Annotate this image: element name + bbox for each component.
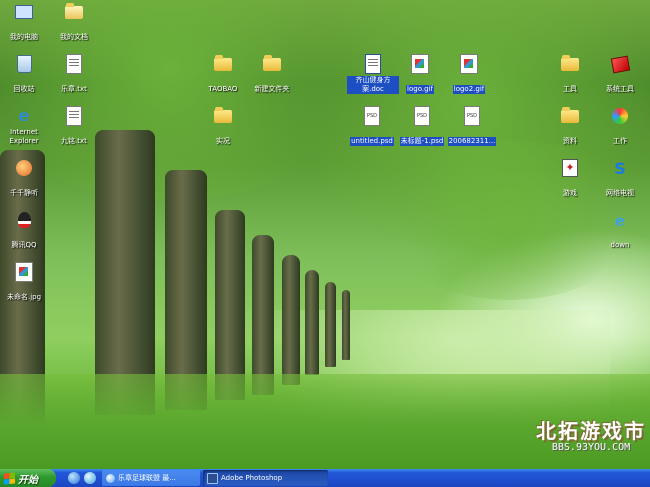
internet-explorer-icon: e bbox=[18, 106, 30, 126]
psd-file-icon: PSD bbox=[362, 106, 382, 126]
icon-label: logo2.gif bbox=[452, 85, 486, 94]
icon-label: untitled.psd bbox=[350, 137, 394, 146]
text-file-icon bbox=[64, 54, 84, 74]
image-file-icon bbox=[459, 54, 479, 74]
icon-label: 实况 bbox=[216, 137, 230, 145]
desktop-icon-psd-2006[interactable]: PSD 200682311... bbox=[446, 106, 498, 147]
ttplayer-icon bbox=[14, 158, 34, 178]
watermark: 北拓游戏市 BBS.93YOU.COM bbox=[536, 415, 646, 453]
icon-label: 资料 bbox=[563, 137, 577, 145]
desktop-icon-taobao[interactable]: TAOBAO bbox=[201, 54, 245, 95]
watermark-title: 北拓游戏市 bbox=[536, 419, 646, 443]
download-icon: e bbox=[614, 210, 626, 230]
icon-label: 游戏 bbox=[563, 189, 577, 197]
icon-label: 回收站 bbox=[13, 85, 35, 93]
quick-launch-show-desktop-icon[interactable] bbox=[84, 472, 96, 484]
image-file-icon bbox=[410, 54, 430, 74]
icon-label: 网络电视 bbox=[606, 189, 634, 197]
desktop-icon-jiu-ming-txt[interactable]: 九铭.txt bbox=[52, 106, 96, 147]
psd-file-icon: PSD bbox=[412, 106, 432, 126]
work-icon bbox=[610, 106, 630, 126]
task-label: Adobe Photoshop bbox=[221, 474, 283, 482]
desktop-icon-system-tools[interactable]: 系统工具 bbox=[598, 54, 642, 95]
desktop-icon-down[interactable]: e down bbox=[598, 210, 642, 251]
icon-label: 九铭.txt bbox=[61, 137, 87, 145]
desktop-icon-le-zhang-txt[interactable]: 乐章.txt bbox=[52, 54, 96, 95]
desktop-icon-logo2-gif[interactable]: logo2.gif bbox=[447, 54, 491, 95]
tree-trunk bbox=[252, 235, 274, 395]
start-button[interactable]: 开始 bbox=[0, 469, 56, 487]
desktop-icon-qq[interactable]: 腾讯QQ bbox=[2, 210, 46, 251]
desktop-icon-my-documents[interactable]: 我的文档 bbox=[52, 2, 96, 43]
icon-label: down bbox=[610, 241, 630, 249]
word-document-icon bbox=[363, 54, 383, 74]
watermark-url: BBS.93YOU.COM bbox=[551, 442, 631, 453]
folder-icon bbox=[262, 54, 282, 74]
qq-icon bbox=[14, 210, 34, 230]
icon-label: 千千静听 bbox=[10, 189, 38, 197]
icon-label: 工具 bbox=[563, 85, 577, 93]
desktop-icon-shi-kuang[interactable]: 实况 bbox=[201, 106, 245, 147]
desktop-wallpaper: 我的电脑 回收站 e Internet Explorer 千千静听 腾讯QQ 未… bbox=[0, 0, 650, 469]
icon-label: 腾讯QQ bbox=[11, 241, 37, 249]
desktop-icon-network-tv[interactable]: S 网络电视 bbox=[598, 158, 642, 199]
icon-label: 齐山健身方案.doc bbox=[347, 76, 399, 94]
tree-trunk bbox=[282, 255, 300, 385]
windows-logo-icon bbox=[4, 471, 15, 485]
task-label: 乐章足球联盟 最... bbox=[118, 474, 176, 482]
taskbar-button-browser[interactable]: 乐章足球联盟 最... bbox=[102, 470, 200, 486]
desktop-icon-internet-explorer[interactable]: e Internet Explorer bbox=[2, 106, 46, 147]
system-tools-icon bbox=[610, 54, 630, 74]
desktop-icon-wei-biao-ti-psd[interactable]: PSD 未标题-1.psd bbox=[397, 106, 447, 147]
tree-trunk bbox=[305, 270, 319, 375]
start-label: 开始 bbox=[18, 474, 38, 486]
desktop-icon-work[interactable]: 工作 bbox=[598, 106, 642, 147]
network-tv-icon: S bbox=[614, 158, 626, 178]
icon-label: 系统工具 bbox=[606, 85, 634, 93]
my-computer-icon bbox=[14, 2, 34, 22]
icon-label: 新建文件夹 bbox=[254, 85, 290, 93]
desktop-icon-my-computer[interactable]: 我的电脑 bbox=[2, 2, 46, 43]
ie-page-icon bbox=[106, 473, 115, 483]
folder-icon bbox=[560, 106, 580, 126]
game-icon: ✦ bbox=[560, 158, 580, 178]
desktop-icon-jpg[interactable]: 未命名.jpg bbox=[2, 262, 46, 303]
desktop-icon-materials[interactable]: 资料 bbox=[548, 106, 592, 147]
icon-label: 我的电脑 bbox=[10, 33, 38, 41]
icon-label: 我的文档 bbox=[60, 33, 88, 41]
jpg-file-icon bbox=[14, 262, 34, 282]
desktop-icon-logo-gif[interactable]: logo.gif bbox=[398, 54, 442, 95]
desktop-icon-ttplayer[interactable]: 千千静听 bbox=[2, 158, 46, 199]
desktop-icon-doc[interactable]: 齐山健身方案.doc bbox=[346, 54, 400, 95]
folder-icon bbox=[213, 106, 233, 126]
tree-trunk bbox=[342, 290, 350, 360]
icon-label: 未命名.jpg bbox=[6, 293, 42, 301]
desktop-icon-tools[interactable]: 工具 bbox=[548, 54, 592, 95]
icon-label: Internet Explorer bbox=[9, 128, 39, 145]
taskbar: 开始 乐章足球联盟 最... Adobe Photoshop bbox=[0, 469, 650, 487]
taskbar-button-photoshop[interactable]: Adobe Photoshop bbox=[203, 470, 328, 486]
quick-launch-ie-icon[interactable] bbox=[68, 472, 80, 484]
desktop-icon-recycle-bin[interactable]: 回收站 bbox=[2, 54, 46, 95]
desktop-icon-new-folder[interactable]: 新建文件夹 bbox=[250, 54, 294, 95]
tree-trunk bbox=[95, 130, 155, 415]
recycle-bin-icon bbox=[14, 54, 34, 74]
psd-file-icon: PSD bbox=[462, 106, 482, 126]
text-file-icon bbox=[64, 106, 84, 126]
icon-label: 200682311... bbox=[447, 137, 497, 146]
icon-label: TAOBAO bbox=[208, 85, 238, 93]
my-documents-icon bbox=[64, 2, 84, 22]
desktop-icon-games[interactable]: ✦ 游戏 bbox=[548, 158, 592, 199]
tree-trunk bbox=[215, 210, 245, 400]
photoshop-icon bbox=[207, 472, 218, 484]
folder-icon bbox=[560, 54, 580, 74]
desktop-icon-untitled-psd[interactable]: PSD untitled.psd bbox=[346, 106, 398, 147]
icon-label: logo.gif bbox=[406, 85, 434, 94]
icon-label: 乐章.txt bbox=[61, 85, 87, 93]
icon-label: 未标题-1.psd bbox=[399, 137, 445, 146]
tree-trunk bbox=[325, 282, 336, 367]
folder-icon bbox=[213, 54, 233, 74]
icon-label: 工作 bbox=[613, 137, 627, 145]
